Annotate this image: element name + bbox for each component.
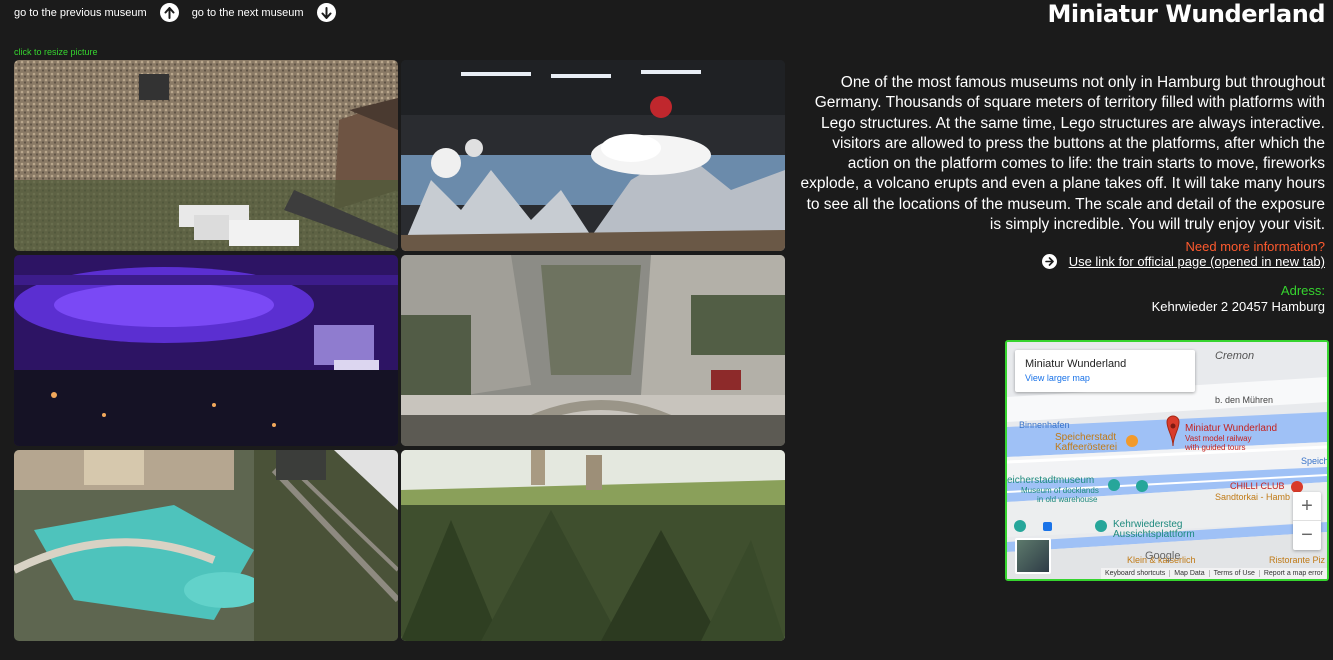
map-museum-desc-1: Museum of docklands xyxy=(1021,486,1099,495)
photo-alps-balloons xyxy=(401,60,785,251)
museum-title: Miniatur Wunderland xyxy=(1047,0,1326,28)
address-value: Kehrwieder 2 20457 Hamburg xyxy=(1151,299,1325,314)
map-card-name: Miniatur Wunderland xyxy=(1025,358,1127,370)
map-label-kehr-line2: Aussichtsplattform xyxy=(1113,529,1195,540)
map-data-link[interactable]: Map Data xyxy=(1169,570,1208,577)
map-label-kaffee-line2: Kaffeerösterei xyxy=(1055,442,1118,453)
arrow-up-icon[interactable] xyxy=(159,3,179,22)
photo-canyon-bridge xyxy=(401,255,785,446)
arrow-right-icon[interactable] xyxy=(1041,254,1057,269)
gallery-photo-purple-stadium[interactable] xyxy=(14,255,398,446)
map-label-sandtorkai: Sandtorkai - Hamb xyxy=(1215,492,1291,502)
map-label-chilli: CHILLI CLUB xyxy=(1230,481,1285,491)
photo-water-park xyxy=(14,450,398,641)
map-label-place: Miniatur Wunderland Vast model railway w… xyxy=(1185,423,1278,453)
zoom-out-button[interactable]: − xyxy=(1293,521,1321,550)
gallery-photo-concert-crowd[interactable] xyxy=(14,60,398,251)
gallery-photo-water-park[interactable] xyxy=(14,450,398,641)
address-label: Adress: xyxy=(1280,283,1325,298)
map-label-speiche: Speiche xyxy=(1301,456,1329,466)
museum-navigation: go to the previous museum go to the next… xyxy=(14,3,349,22)
map-info-card: Miniatur Wunderland View larger map xyxy=(1015,350,1195,392)
map-museum-name: eicherstadtmuseum xyxy=(1007,475,1095,486)
map-label-museum: eicherstadtmuseum Museum of docklands in… xyxy=(1007,475,1099,505)
map-label-muhren: b. den Mühren xyxy=(1215,395,1274,405)
report-map-error-link[interactable]: Report a map error xyxy=(1258,570,1327,577)
terms-of-use-link[interactable]: Terms of Use xyxy=(1208,570,1259,577)
museum-description: One of the most famous museums not only … xyxy=(800,74,1325,234)
gallery-photo-forest-castle[interactable] xyxy=(401,450,785,641)
map-zoom-controls: + − xyxy=(1293,492,1321,550)
map-place-desc-2: with guided tours xyxy=(1185,443,1246,452)
embedded-map[interactable]: Cremon b. den Mühren Binnenhafen Speiche… xyxy=(1005,340,1329,581)
map-label-binnenhafen: Binnenhafen xyxy=(1019,420,1070,430)
map-google-logo: Google xyxy=(1145,550,1181,562)
map-attribution-bar: Keyboard shortcuts Map Data Terms of Use… xyxy=(1100,568,1327,579)
official-page-row: Use link for official page (opened in ne… xyxy=(1041,254,1325,269)
map-label-ristorante: Ristorante Piz xyxy=(1269,555,1326,565)
zoom-in-button[interactable]: + xyxy=(1293,492,1321,521)
previous-museum-link[interactable]: go to the previous museum xyxy=(14,7,147,19)
resize-picture-hint[interactable]: click to resize picture xyxy=(14,47,98,57)
keyboard-shortcuts-link[interactable]: Keyboard shortcuts xyxy=(1101,570,1169,577)
arrow-down-icon[interactable] xyxy=(316,3,336,22)
map-label-cremon: Cremon xyxy=(1215,350,1255,362)
photo-forest-castle xyxy=(401,450,785,641)
photo-purple-stadium xyxy=(14,255,398,446)
map-label-kaffee: Speicherstadt Kaffeerösterei xyxy=(1055,433,1117,453)
photo-gallery xyxy=(14,60,786,660)
gallery-photo-canyon-bridge[interactable] xyxy=(401,255,785,446)
map-label-kehrwiedersteg: Kehrwiedersteg Aussichtsplattform xyxy=(1113,520,1195,540)
official-page-link[interactable]: Use link for official page (opened in ne… xyxy=(1069,254,1325,269)
next-museum-link[interactable]: go to the next museum xyxy=(192,7,304,19)
map-satellite-toggle[interactable] xyxy=(1015,538,1051,574)
more-info-label: Need more information? xyxy=(1185,239,1325,254)
photo-concert-crowd xyxy=(14,60,398,251)
map-place-desc-1: Vast model railway xyxy=(1185,434,1252,443)
view-larger-map-link[interactable]: View larger map xyxy=(1025,373,1195,383)
map-museum-desc-2: in old warehouse xyxy=(1037,495,1098,504)
map-place-name: Miniatur Wunderland xyxy=(1185,423,1278,434)
gallery-photo-alps-balloons[interactable] xyxy=(401,60,785,251)
